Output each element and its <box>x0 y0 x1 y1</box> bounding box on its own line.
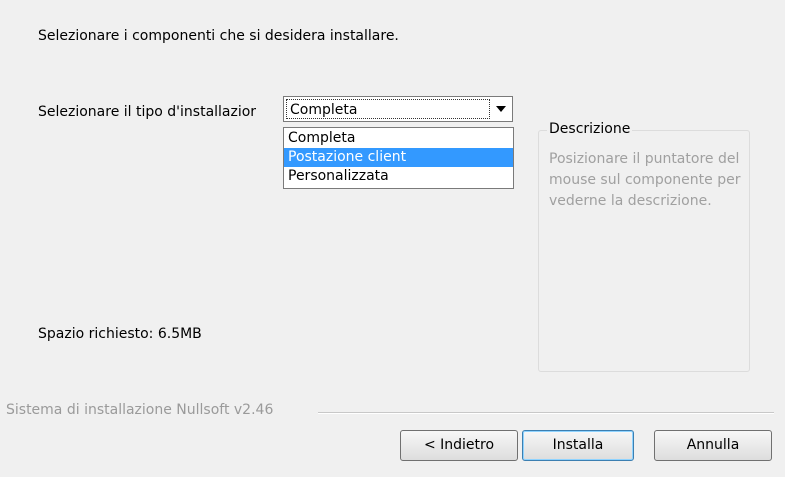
back-button[interactable]: < Indietro <box>400 430 518 461</box>
branding-divider <box>318 412 774 414</box>
install-type-combobox[interactable]: Completa <box>283 96 513 122</box>
description-groupbox: Descrizione Posizionare il puntatore del… <box>538 121 750 372</box>
installer-branding: Sistema di installazione Nullsoft v2.46 <box>6 402 274 418</box>
install-button[interactable]: Installa <box>522 430 634 461</box>
cancel-button[interactable]: Annulla <box>654 430 772 461</box>
option-personalizzata[interactable]: Personalizzata <box>284 167 513 186</box>
space-required-text: Spazio richiesto: 6.5MB <box>38 326 202 342</box>
intro-text: Selezionare i componenti che si desidera… <box>38 28 399 44</box>
option-completa[interactable]: Completa <box>284 129 513 148</box>
description-text: Posizionare il puntatore del mouse sul c… <box>549 151 741 209</box>
install-type-selected-value: Completa <box>286 99 490 119</box>
install-type-label: Selezionare il tipo d'installazior <box>38 104 257 120</box>
option-postazione-client[interactable]: Postazione client <box>284 148 513 167</box>
description-title: Descrizione <box>547 121 633 137</box>
chevron-down-icon[interactable] <box>496 106 506 112</box>
install-type-dropdown-list: Completa Postazione client Personalizzat… <box>283 127 514 189</box>
